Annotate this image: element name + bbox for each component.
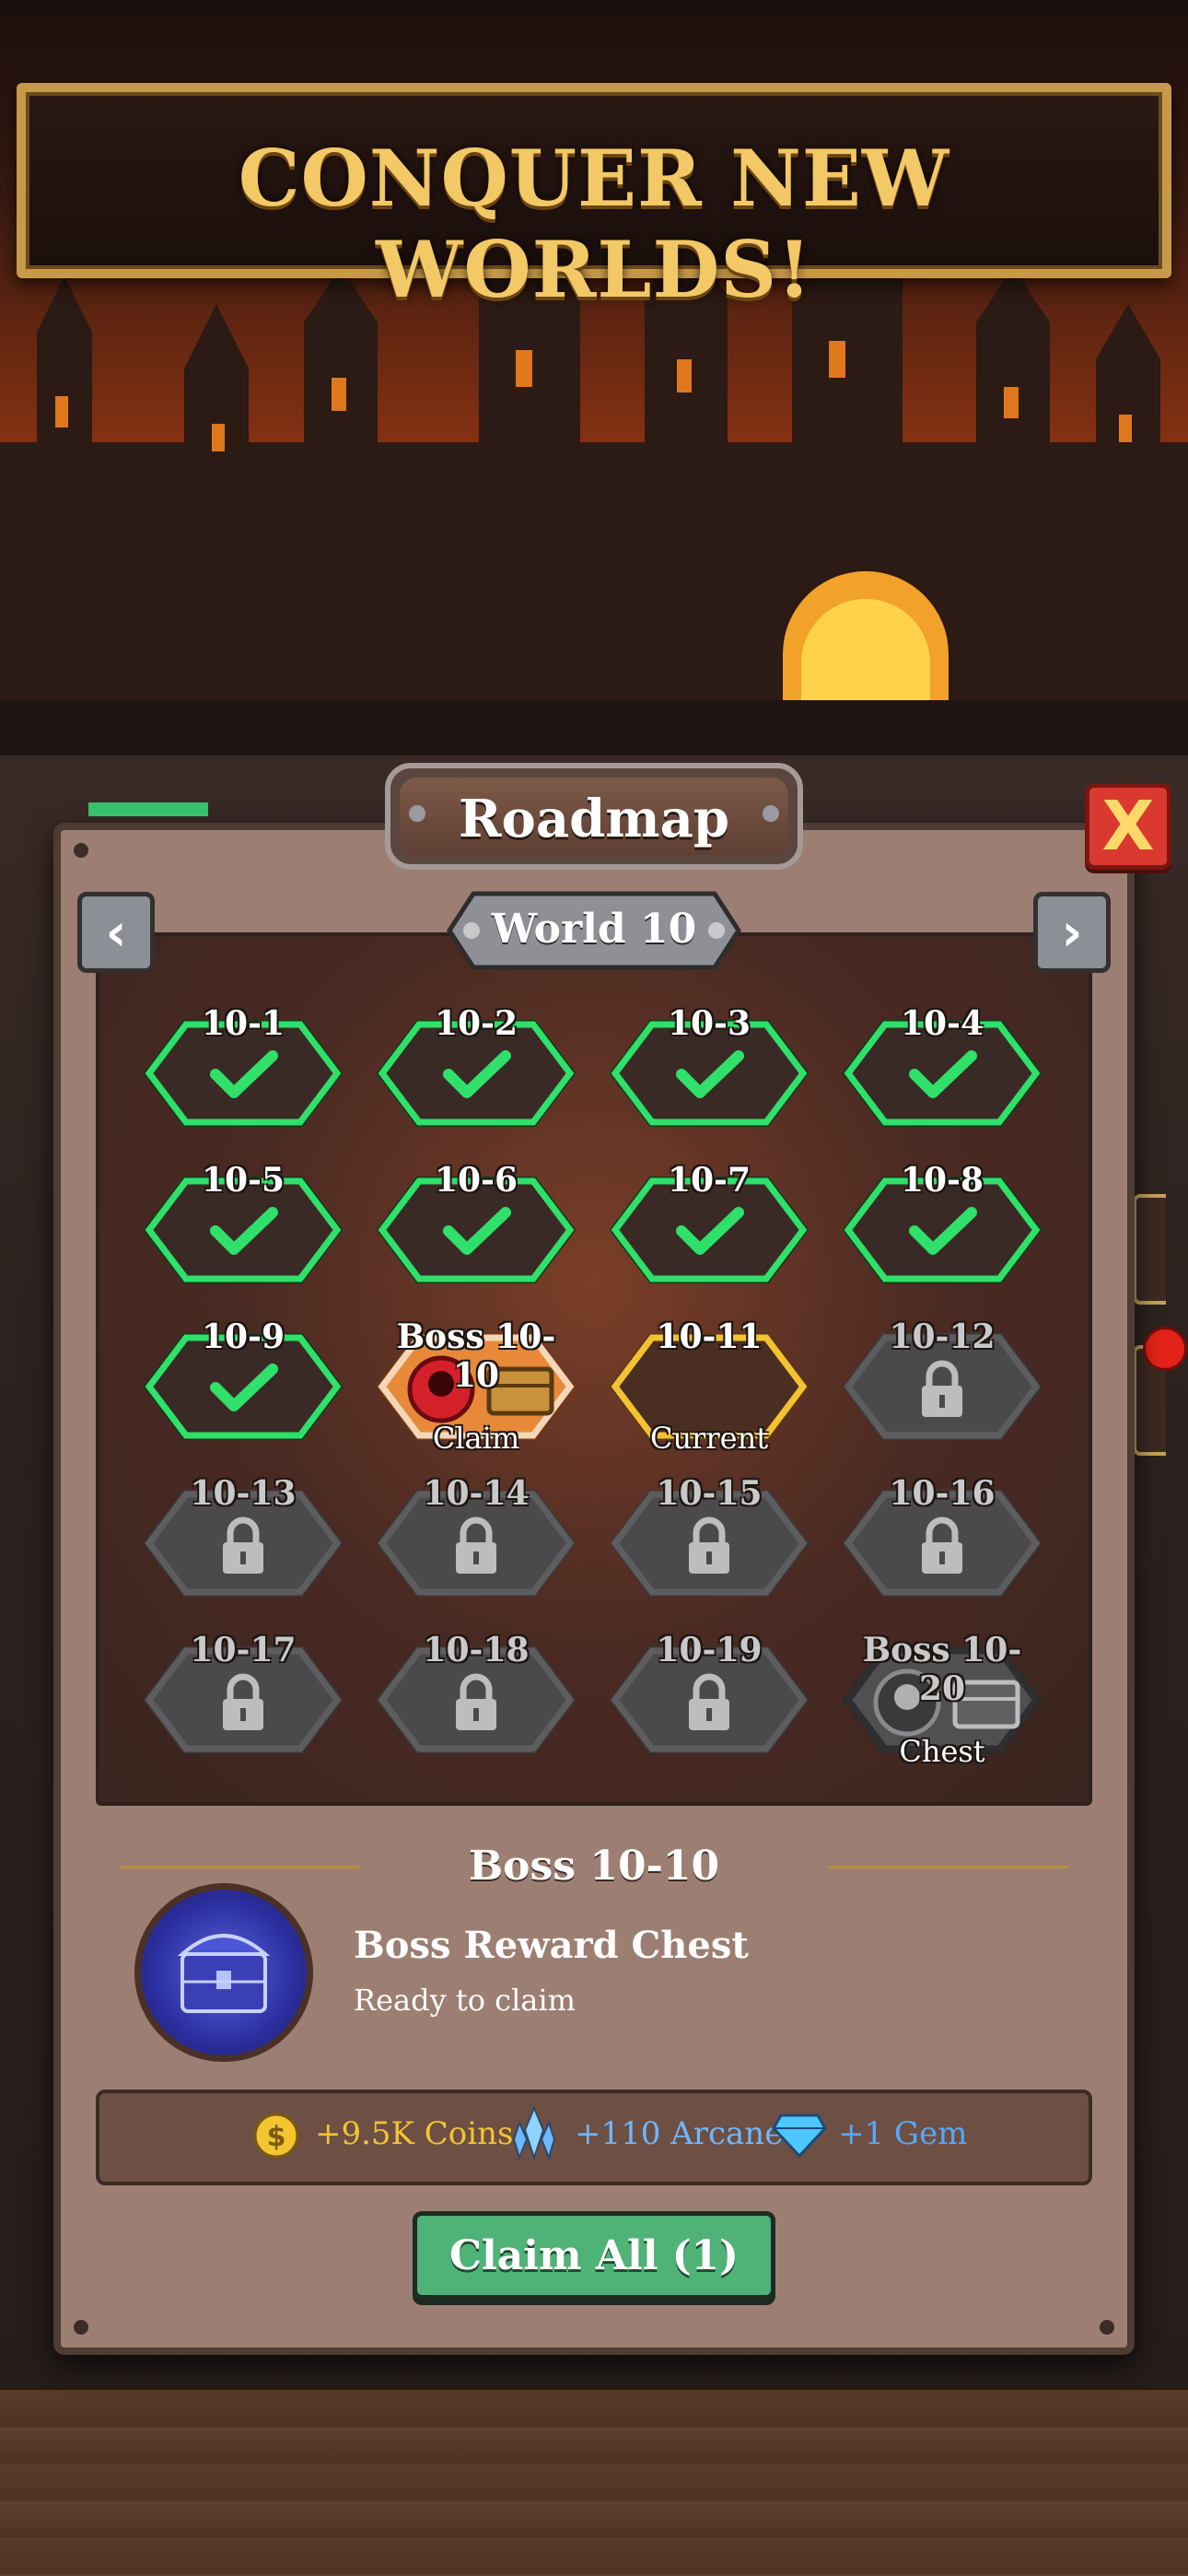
claim-all-label: Claim All (1) [449,2231,739,2279]
arcane-reward: +110 Arcane [575,2115,784,2152]
close-icon: X [1101,787,1155,866]
selected-level-title: Boss 10-10 [468,1843,720,1890]
level-node[interactable]: 10-15 [610,1474,809,1598]
wooden-floor [0,2386,1188,2576]
level-label: 10-7 [667,1161,751,1200]
level-label: 10-8 [900,1161,984,1200]
svg-text:$: $ [267,2121,286,2153]
level-node[interactable]: 10-8 [843,1161,1042,1284]
rivet [74,2320,88,2335]
level-node[interactable]: 10-16 [843,1474,1042,1598]
level-label: 10-6 [434,1161,518,1200]
chevron-left-icon: ‹ [105,902,127,963]
level-label: Boss 10-20 [862,1631,1022,1708]
reward-status: Ready to claim [354,1983,576,2018]
reward-chest-icon [134,1883,313,2062]
level-node[interactable]: 10-13 [144,1474,343,1598]
next-world-button[interactable]: › [1033,892,1111,973]
level-label: 10-1 [201,1004,285,1043]
panel-title: Roadmap [458,789,730,849]
level-node[interactable]: 10-19 [610,1631,809,1754]
claim-all-button[interactable]: Claim All (1) [413,2211,775,2300]
banner-title: CONQUER NEW WORLDS! [238,133,950,315]
level-label: 10-17 [190,1631,297,1669]
coins-reward: +9.5K Coins [315,2115,514,2152]
level-node[interactable]: 10-6 [377,1161,576,1284]
level-node[interactable]: 10-11 Current [610,1317,809,1456]
level-node[interactable]: 10-12 [843,1317,1042,1441]
arcane-crystal-icon [512,2106,556,2161]
level-label: 10-15 [656,1474,763,1513]
level-node[interactable]: 10-17 [144,1631,343,1754]
close-button[interactable]: X [1085,783,1171,870]
level-node[interactable]: 10-4 [843,1004,1042,1128]
level-node[interactable]: 10-3 [610,1004,809,1128]
castle-silhouette [0,267,1188,783]
gem-icon [772,2113,827,2158]
level-label: 10-4 [900,1004,984,1043]
level-node[interactable]: 10-1 [144,1004,343,1128]
level-label: 10-13 [190,1474,297,1513]
world-tag: World 10 [446,890,742,971]
level-status-label: Claim [432,1421,520,1456]
level-label: 10-18 [423,1631,530,1669]
level-node[interactable]: 10-2 [377,1004,576,1128]
level-status-label: Chest [899,1734,985,1769]
level-label: 10-3 [667,1004,751,1043]
roadmap-title-plaque: Roadmap [385,763,803,870]
level-label: 10-14 [423,1474,530,1513]
coin-icon: $ [253,2113,299,2159]
level-node[interactable]: 10-18 [377,1631,576,1754]
progress-indicator [88,802,208,816]
level-node[interactable]: Boss 10-10 Claim [377,1317,576,1456]
level-node[interactable]: 10-14 [377,1474,576,1598]
gem-reward: +1 Gem [838,2115,968,2152]
level-label: 10-11 [656,1317,763,1356]
level-node[interactable]: Boss 10-20 Chest [843,1631,1042,1769]
level-node[interactable]: 10-7 [610,1161,809,1284]
rivet [74,843,88,858]
level-label: 10-2 [434,1004,518,1043]
side-menu-tab[interactable] [1133,1194,1166,1305]
rivet [1100,2320,1114,2335]
level-label: 10-19 [656,1631,763,1669]
chevron-right-icon: › [1061,902,1083,963]
level-label: Boss 10-10 [396,1317,556,1395]
reward-name: Boss Reward Chest [354,1924,749,1967]
level-node[interactable]: 10-5 [144,1161,343,1284]
level-label: 10-12 [889,1317,996,1356]
level-label: 10-16 [889,1474,996,1513]
level-status-label: Current [649,1421,769,1456]
prev-world-button[interactable]: ‹ [77,892,155,973]
level-label: 10-9 [201,1317,285,1356]
level-label: 10-5 [201,1161,285,1200]
level-node[interactable]: 10-9 [144,1317,343,1441]
title-banner: CONQUER NEW WORLDS! [17,83,1171,315]
world-title: World 10 [491,906,697,953]
notification-dot [1146,1329,1184,1368]
